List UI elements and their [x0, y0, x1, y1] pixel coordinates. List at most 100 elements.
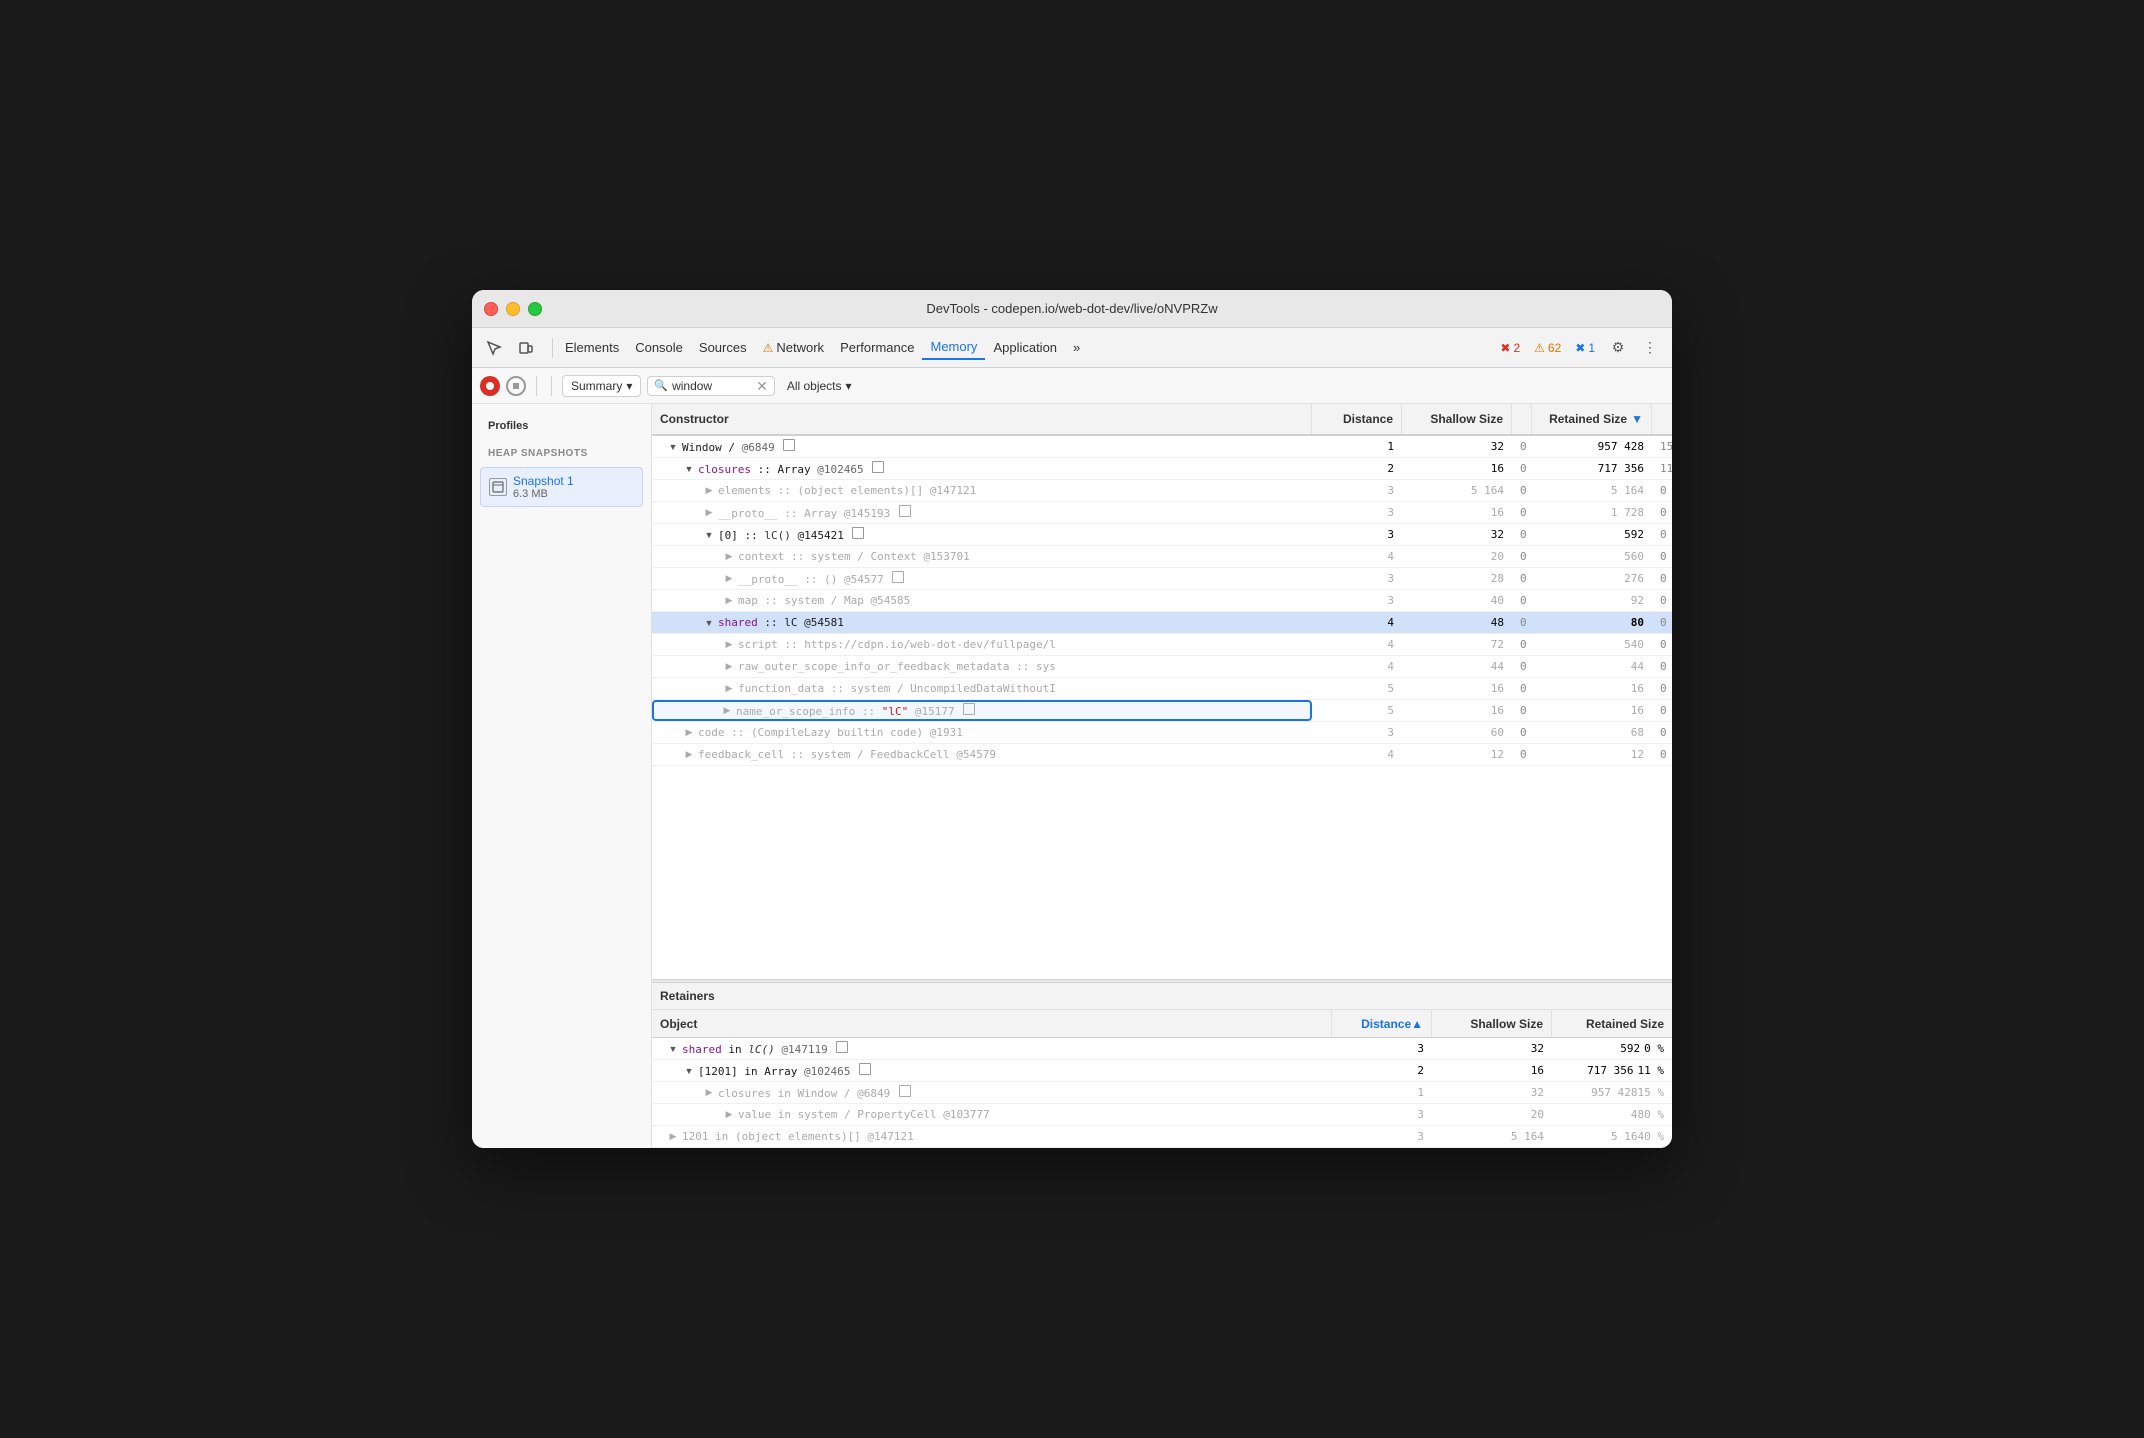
snapshot-name: Snapshot 1	[513, 474, 634, 488]
rth-retained[interactable]: Retained Size	[1552, 1010, 1672, 1037]
constructor-cell: [0] :: lC() @145421	[652, 524, 1312, 545]
link-icon	[852, 527, 864, 539]
toggle-icon[interactable]	[683, 749, 695, 761]
info-count[interactable]: ✖ 1	[1570, 339, 1600, 357]
window-title: DevTools - codepen.io/web-dot-dev/live/o…	[926, 301, 1217, 316]
retained-cell: 560	[1532, 546, 1652, 567]
toggle-icon[interactable]	[703, 1087, 715, 1099]
table-row[interactable]: __proto__ :: () @54577 3 28 0 % 276 0 %	[652, 568, 1672, 590]
toggle-icon[interactable]	[723, 1109, 735, 1121]
retainer-row[interactable]: closures in Window / @6849 1 32 957 4281…	[652, 1082, 1672, 1104]
more-options-icon[interactable]: ⋮	[1636, 334, 1664, 362]
table-row-circled[interactable]: name_or_scope_info :: "lC" @15177 5 16 0…	[652, 700, 1672, 722]
table-row[interactable]: code :: (CompileLazy builtin code) @1931…	[652, 722, 1672, 744]
shallow-cell: 5 164	[1402, 480, 1512, 501]
table-row[interactable]: function_data :: system / UncompiledData…	[652, 678, 1672, 700]
objects-arrow-icon: ▾	[846, 379, 852, 393]
table-row[interactable]: [0] :: lC() @145421 3 32 0 % 592 0 %	[652, 524, 1672, 546]
table-row[interactable]: __proto__ :: Array @145193 3 16 0 % 1 72…	[652, 502, 1672, 524]
toggle-icon[interactable]	[721, 705, 733, 717]
retained-cell: 68	[1532, 722, 1652, 743]
tab-performance[interactable]: Performance	[832, 336, 922, 359]
table-row[interactable]: script :: https://cdpn.io/web-dot-dev/fu…	[652, 634, 1672, 656]
retainers-table-body: shared in lC() @147119 3 32 5920 %	[652, 1038, 1672, 1148]
table-row[interactable]: context :: system / Context @153701 4 20…	[652, 546, 1672, 568]
record-button[interactable]	[480, 376, 500, 396]
table-row[interactable]: Window / @6849 1 32 0 % 957 428 15 %	[652, 436, 1672, 458]
retainer-row[interactable]: [1201] in Array @102465 2 16 717 35611 %	[652, 1060, 1672, 1082]
table-row-selected[interactable]: shared :: lC @54581 4 48 0 % 80 0 %	[652, 612, 1672, 634]
ret-shallow-cell: 5 164	[1432, 1126, 1552, 1147]
tab-memory[interactable]: Memory	[922, 335, 985, 360]
more-tabs-btn[interactable]: »	[1065, 336, 1088, 359]
filter-clear-icon[interactable]: ✕	[756, 379, 768, 393]
toggle-icon[interactable]	[723, 661, 735, 673]
toggle-icon[interactable]	[723, 551, 735, 563]
retainer-row[interactable]: 1201 in (object elements)[] @147121 3 5 …	[652, 1126, 1672, 1148]
retained-pct-cell: 0 %	[1652, 546, 1672, 567]
distance-cell: 3	[1312, 524, 1402, 545]
retainer-row[interactable]: value in system / PropertyCell @103777 3…	[652, 1104, 1672, 1126]
ret-distance-cell: 3	[1332, 1104, 1432, 1125]
rth-shallow[interactable]: Shallow Size	[1432, 1010, 1552, 1037]
shallow-pct-cell: 0 %	[1512, 678, 1532, 699]
filter-input[interactable]	[672, 379, 752, 393]
snapshot-item[interactable]: Snapshot 1 6.3 MB	[480, 467, 643, 507]
stop-button[interactable]	[506, 376, 526, 396]
distance-cell: 4	[1312, 656, 1402, 677]
error-count[interactable]: ✖ 2	[1495, 339, 1525, 357]
toggle-icon[interactable]	[723, 683, 735, 695]
row-text: Window /	[682, 441, 742, 454]
table-row[interactable]: map :: system / Map @54585 3 40 0 % 92 0…	[652, 590, 1672, 612]
retainers-table-header: Object Distance▲ Shallow Size Retained S…	[652, 1010, 1672, 1038]
warning-count[interactable]: ⚠ 62	[1529, 339, 1566, 357]
toggle-icon[interactable]	[667, 441, 679, 453]
table-header: Constructor Distance Shallow Size Retain…	[652, 404, 1672, 436]
rth-distance[interactable]: Distance▲	[1332, 1010, 1432, 1037]
retainer-row[interactable]: shared in lC() @147119 3 32 5920 %	[652, 1038, 1672, 1060]
toggle-icon[interactable]	[683, 727, 695, 739]
objects-dropdown[interactable]: All objects ▾	[781, 376, 858, 396]
constructor-cell: __proto__ :: Array @145193	[652, 502, 1312, 523]
toggle-icon[interactable]	[723, 639, 735, 651]
table-row[interactable]: elements :: (object elements)[] @147121 …	[652, 480, 1672, 502]
summary-dropdown[interactable]: Summary ▾	[562, 375, 641, 397]
toggle-icon[interactable]	[667, 1131, 679, 1143]
toolbar-right: ✖ 2 ⚠ 62 ✖ 1 ⚙ ⋮	[1495, 334, 1664, 362]
toggle-icon[interactable]	[703, 529, 715, 541]
th-retained[interactable]: Retained Size ▼	[1532, 404, 1652, 434]
tab-elements[interactable]: Elements	[557, 336, 627, 359]
th-shallow[interactable]: Shallow Size	[1402, 404, 1512, 434]
ret-distance-cell: 2	[1332, 1060, 1432, 1081]
close-button[interactable]	[484, 302, 498, 316]
table-row[interactable]: raw_outer_scope_info_or_feedback_metadat…	[652, 656, 1672, 678]
retained-pct-cell: 0 %	[1652, 722, 1672, 743]
retained-pct-cell: 0 %	[1652, 480, 1672, 501]
tab-network[interactable]: ⚠ Network	[755, 336, 832, 359]
toggle-icon[interactable]	[703, 507, 715, 519]
distance-cell: 5	[1312, 700, 1402, 721]
distance-cell: 4	[1312, 744, 1402, 765]
maximize-button[interactable]	[528, 302, 542, 316]
table-row[interactable]: closures :: Array @102465 2 16 0 % 717 3…	[652, 458, 1672, 480]
toggle-icon[interactable]	[667, 1043, 679, 1055]
toggle-icon[interactable]	[703, 485, 715, 497]
tab-sources[interactable]: Sources	[691, 336, 755, 359]
retained-cell: 717 356	[1532, 458, 1652, 479]
settings-icon[interactable]: ⚙	[1604, 334, 1632, 362]
tab-console[interactable]: Console	[627, 336, 691, 359]
device-toolbar-icon[interactable]	[512, 334, 540, 362]
shallow-pct-cell: 0 %	[1512, 612, 1532, 633]
toggle-icon[interactable]	[723, 595, 735, 607]
toggle-icon[interactable]	[723, 573, 735, 585]
th-distance[interactable]: Distance	[1312, 404, 1402, 434]
element-picker-icon[interactable]	[480, 334, 508, 362]
tab-application[interactable]: Application	[985, 336, 1065, 359]
toggle-icon[interactable]	[683, 1065, 695, 1077]
table-row[interactable]: feedback_cell :: system / FeedbackCell @…	[652, 744, 1672, 766]
toggle-icon[interactable]	[683, 463, 695, 475]
snapshot-icon	[489, 478, 507, 496]
minimize-button[interactable]	[506, 302, 520, 316]
constructor-cell: script :: https://cdpn.io/web-dot-dev/fu…	[652, 634, 1312, 655]
toggle-icon[interactable]	[703, 617, 715, 629]
